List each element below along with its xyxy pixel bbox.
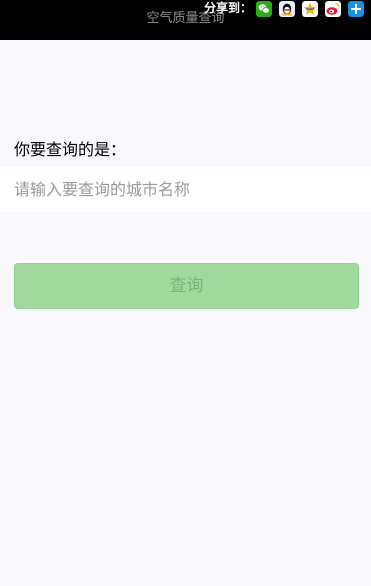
top-bar: 空气质量查询 分享到： — [0, 0, 371, 40]
weibo-icon[interactable] — [325, 1, 341, 17]
query-button[interactable]: 查询 — [14, 263, 359, 309]
query-prompt-label: 你要查询的是： — [14, 140, 127, 159]
wechat-icon[interactable] — [256, 1, 272, 17]
more-share-icon[interactable] — [348, 1, 364, 17]
share-icons — [256, 1, 371, 17]
city-search-input[interactable] — [0, 167, 371, 212]
qq-icon[interactable] — [279, 1, 295, 17]
share-label: 分享到： — [204, 1, 253, 15]
qzone-icon[interactable] — [302, 1, 318, 17]
